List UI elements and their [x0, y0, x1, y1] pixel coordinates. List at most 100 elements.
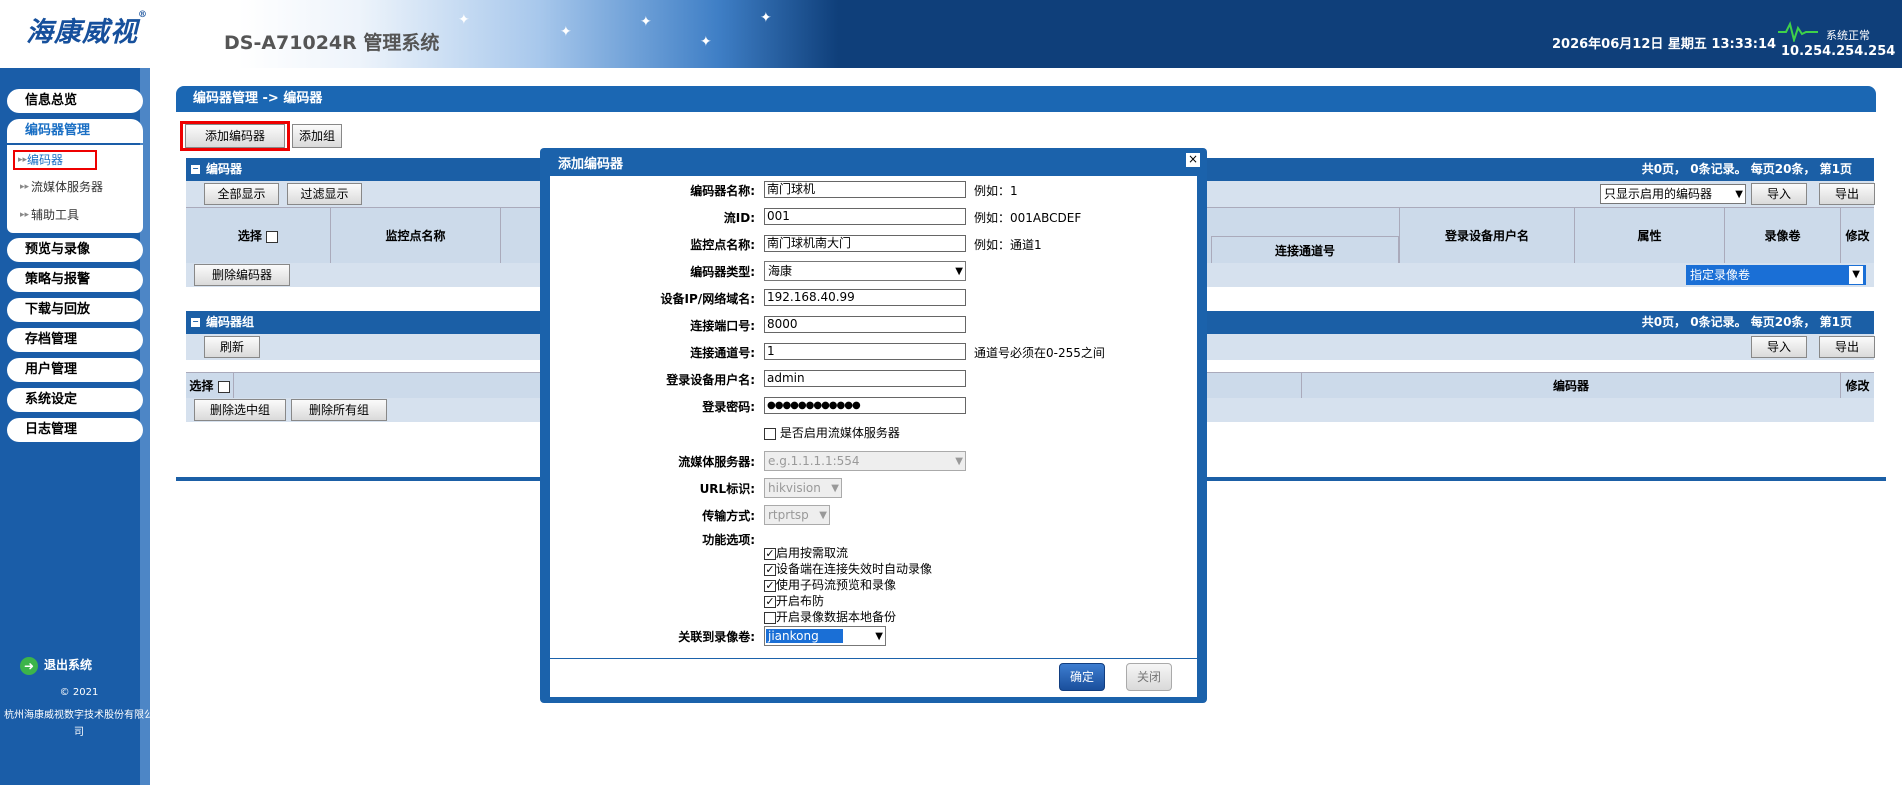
sidebar-item-encoder-mgmt[interactable]: 编码器管理 — [7, 119, 143, 143]
checked-checkbox-icon[interactable]: ✓ — [764, 547, 776, 560]
pagination-summary: 共0页， 0条记录。 每页20条， 第1页 — [1641, 315, 1852, 329]
add-encoder-dialog: 添加编码器 × 编码器名称: 南门球机 例如：1 流ID: 001 例如：001… — [540, 148, 1207, 703]
url-tag-select[interactable]: hikvision ▼ — [764, 478, 842, 498]
dialog-title: 添加编码器 — [558, 157, 624, 172]
chevron-down-icon: ▼ — [831, 483, 839, 494]
sidebar-item-users[interactable]: 用户管理 — [7, 358, 143, 382]
chevron-down-icon: ▼ — [955, 456, 963, 467]
option-label: 使用子码流预览和录像 — [776, 578, 897, 592]
import-button[interactable]: 导入 — [1751, 183, 1807, 205]
delete-selected-groups-button[interactable]: 删除选中组 — [194, 399, 286, 421]
unchecked-checkbox[interactable] — [764, 611, 776, 624]
function-option[interactable]: 开启录像数据本地备份 — [764, 608, 896, 625]
copyright-year: © 2021 — [59, 687, 99, 698]
function-option[interactable]: ✓设备端在连接失效时自动录像 — [764, 560, 932, 577]
product-title: DS-A71024R 管理系统 — [224, 32, 440, 54]
port-label: 连接端口号: — [690, 319, 755, 333]
checked-checkbox-icon[interactable]: ✓ — [764, 579, 776, 592]
stream-id-label: 流ID: — [723, 211, 755, 225]
select-value: jiankong — [766, 629, 843, 643]
breadcrumb: 编码器管理 -> 编码器 — [176, 86, 1876, 112]
encoder-type-select[interactable]: 海康 ▼ — [764, 261, 966, 281]
ip-label: 设备IP/网络域名: — [660, 292, 755, 306]
select-value: hikvision — [768, 481, 821, 495]
export-button[interactable]: 导出 — [1819, 336, 1875, 358]
checked-checkbox-icon[interactable]: ✓ — [764, 595, 776, 608]
encoder-name-input[interactable]: 南门球机 — [764, 181, 966, 198]
sidebar-subitem-label: 编码器 — [27, 153, 64, 167]
point-name-input[interactable]: 南门球机南大门 — [764, 235, 966, 252]
add-encoder-button[interactable]: 添加编码器 — [185, 124, 285, 148]
column-select: 选择 — [186, 208, 331, 264]
confirm-button[interactable]: 确定 — [1059, 663, 1105, 691]
star-icon: ✦ — [560, 24, 572, 40]
delete-all-groups-button[interactable]: 删除所有组 — [291, 399, 387, 421]
stream-server-label: 流媒体服务器: — [678, 455, 755, 469]
encoder-type-label: 编码器类型: — [690, 265, 755, 279]
sidebar-item-download[interactable]: 下载与回放 — [7, 298, 143, 322]
function-option[interactable]: ✓开启布防 — [764, 592, 824, 609]
import-button[interactable]: 导入 — [1751, 336, 1807, 358]
show-all-button[interactable]: 全部显示 — [204, 183, 279, 205]
transport-select[interactable]: rtprtsp ▼ — [764, 505, 830, 525]
option-label: 开启布防 — [776, 594, 825, 608]
datetime: 2026年06月12日 星期五 13:33:14 — [1552, 37, 1777, 52]
enable-stream-checkbox[interactable] — [764, 427, 776, 440]
collapse-icon[interactable]: − — [191, 318, 200, 327]
sidebar-subitem-label: 流媒体服务器 — [31, 180, 104, 194]
filter-show-button[interactable]: 过滤显示 — [287, 183, 362, 205]
sidebar-item-overview[interactable]: 信息总览 — [7, 89, 143, 113]
sidebar-item-settings[interactable]: 系统设定 — [7, 388, 143, 412]
select-all-checkbox[interactable] — [266, 230, 279, 243]
function-option[interactable]: ✓使用子码流预览和录像 — [764, 576, 896, 593]
collapse-icon[interactable]: − — [191, 165, 200, 174]
refresh-button[interactable]: 刷新 — [204, 336, 260, 358]
add-group-button[interactable]: 添加组 — [292, 124, 342, 148]
channel-hint: 通道号必须在0-255之间 — [974, 346, 1105, 360]
star-icon: ✦ — [700, 34, 712, 50]
sidebar-item-policy[interactable]: 策略与报警 — [7, 268, 143, 292]
close-button[interactable]: 关闭 — [1126, 663, 1172, 691]
sidebar-item-logs[interactable]: 日志管理 — [7, 418, 143, 442]
function-option[interactable]: ✓启用按需取流 — [764, 544, 848, 561]
sidebar-subitem-encoder[interactable]: ▸▸ 编码器 — [13, 150, 97, 170]
sidebar-subitem-label: 辅助工具 — [31, 208, 80, 222]
volume-select[interactable]: jiankong ▼ — [764, 626, 886, 646]
encoder-name-label: 编码器名称: — [690, 184, 755, 198]
logout-button[interactable]: ➜ 退出系统 — [20, 656, 92, 675]
volume-select[interactable]: 指定录像卷 ▼ — [1686, 265, 1866, 285]
channel-input[interactable]: 1 — [764, 343, 966, 360]
port-input[interactable]: 8000 — [764, 316, 966, 333]
ip-input[interactable]: 192.168.40.99 — [764, 289, 966, 306]
sidebar-submenu: ▸▸ 编码器 ▸▸ 流媒体服务器 ▸▸ 辅助工具 — [7, 145, 143, 233]
stream-server-select[interactable]: e.g.1.1.1.1:554 ▼ — [764, 451, 966, 471]
star-icon: ✦ — [760, 10, 772, 26]
close-icon[interactable]: × — [1186, 153, 1200, 167]
username-input[interactable]: admin — [764, 370, 966, 387]
sidebar-item-preview[interactable]: 预览与录像 — [7, 238, 143, 262]
delete-encoder-button[interactable]: 删除编码器 — [194, 264, 290, 286]
export-button[interactable]: 导出 — [1819, 183, 1875, 205]
server-ip: 10.254.254.254 — [1781, 44, 1896, 59]
sidebar-subitem-stream-server[interactable]: ▸▸ 流媒体服务器 — [17, 176, 137, 198]
column-attribute: 属性 — [1575, 208, 1725, 264]
logout-label: 退出系统 — [44, 658, 93, 672]
checked-checkbox-icon[interactable]: ✓ — [764, 563, 776, 576]
stream-id-hint: 例如：001ABCDEF — [974, 211, 1082, 225]
point-name-hint: 例如：通道1 — [974, 238, 1042, 252]
select-value: 海康 — [768, 264, 793, 278]
enable-stream-option[interactable]: 是否启用流媒体服务器 — [764, 424, 900, 441]
select-value: 指定录像卷 — [1690, 268, 1751, 282]
sidebar-item-archive[interactable]: 存档管理 — [7, 328, 143, 352]
column-channel: 连接通道号 — [1211, 236, 1399, 264]
password-input[interactable]: ●●●●●●●●●●●● — [764, 397, 966, 414]
sidebar-subitem-tools[interactable]: ▸▸ 辅助工具 — [17, 204, 137, 226]
encoder-filter-select[interactable]: 只显示启用的编码器 ▼ — [1600, 184, 1746, 204]
encoder-name-hint: 例如：1 — [974, 184, 1018, 198]
select-all-checkbox[interactable] — [217, 380, 230, 393]
collapse-arrow-icon[interactable]: ◀ — [150, 565, 157, 575]
chevron-down-icon: ▼ — [1849, 266, 1863, 284]
chevron-down-icon: ▼ — [955, 266, 963, 277]
column-label: 选择 — [237, 229, 262, 243]
stream-id-input[interactable]: 001 — [764, 208, 966, 225]
